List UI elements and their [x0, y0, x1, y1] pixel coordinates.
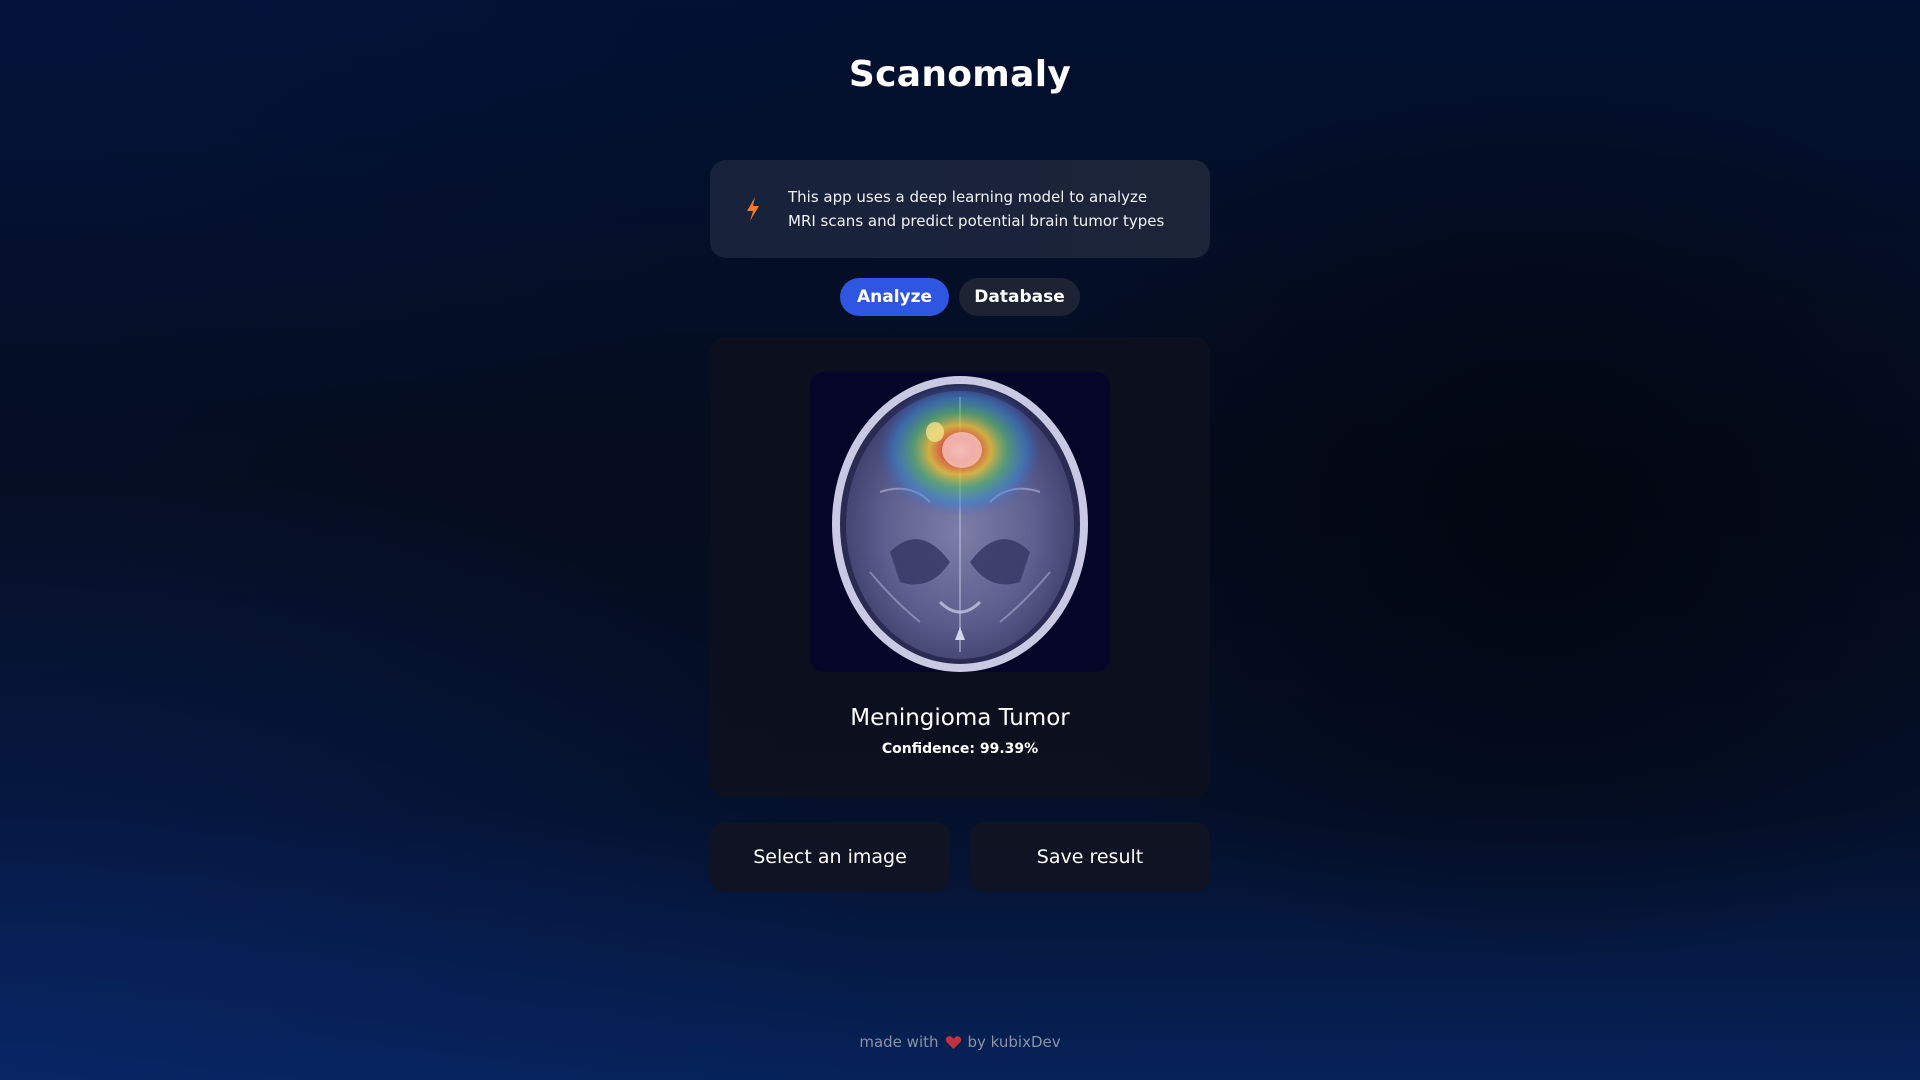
lightning-bolt-icon	[747, 197, 759, 221]
tab-bar: Analyze Database	[0, 278, 1920, 316]
tab-analyze[interactable]: Analyze	[840, 278, 949, 316]
select-image-button[interactable]: Select an image	[710, 822, 950, 892]
confidence-value: Confidence: 99.39%	[881, 741, 1039, 757]
mri-scan-graphic	[810, 372, 1110, 672]
prediction-label: Meningioma Tumor	[850, 705, 1070, 731]
app-title: Scanomaly	[848, 54, 1072, 95]
result-card: Meningioma Tumor Confidence: 99.39%	[710, 337, 1210, 797]
mri-scan-image	[810, 372, 1110, 672]
save-result-button[interactable]: Save result	[970, 822, 1210, 892]
footer: made with by kubixDev	[0, 1033, 1920, 1051]
footer-made-with: made with	[859, 1033, 939, 1051]
tab-database[interactable]: Database	[959, 278, 1080, 316]
info-text: This app uses a deep learning model to a…	[788, 188, 1165, 230]
app-root: Scanomaly This app uses a deep learning …	[0, 0, 1920, 1080]
heart-icon	[945, 1035, 961, 1049]
info-banner: This app uses a deep learning model to a…	[710, 160, 1210, 258]
footer-author: by kubixDev	[967, 1033, 1061, 1051]
